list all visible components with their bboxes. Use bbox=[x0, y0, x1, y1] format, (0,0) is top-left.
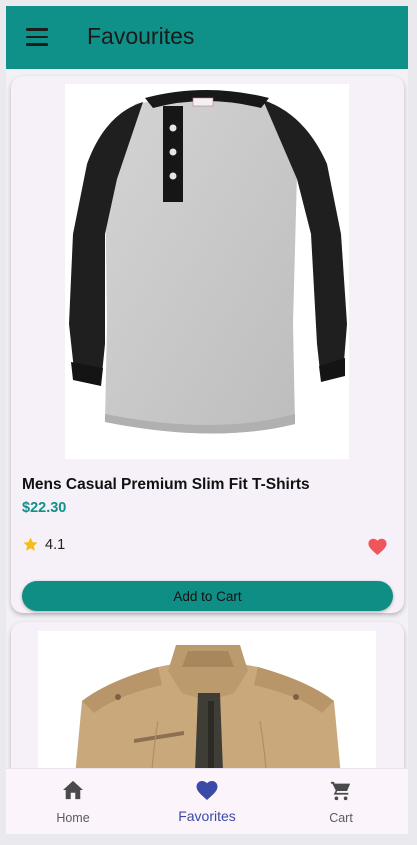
add-to-cart-label: Add to Cart bbox=[173, 588, 242, 604]
hamburger-menu-icon[interactable] bbox=[26, 28, 48, 46]
nav-label-favorites: Favorites bbox=[178, 808, 236, 824]
nav-item-favorites[interactable]: Favorites bbox=[140, 769, 274, 834]
app-bar: Favourites bbox=[6, 6, 408, 69]
bottom-navigation: Home Favorites Cart bbox=[6, 768, 408, 834]
product-card[interactable]: Mens Casual Premium Slim Fit T-Shirts $2… bbox=[11, 76, 404, 613]
shopping-cart-icon bbox=[330, 781, 351, 801]
nav-item-cart[interactable]: Cart bbox=[274, 769, 408, 834]
nav-label-home: Home bbox=[56, 811, 90, 825]
heart-icon bbox=[196, 781, 218, 800]
home-icon bbox=[63, 780, 83, 800]
raglan-henley-shirt-image bbox=[69, 90, 347, 434]
nav-label-cart: Cart bbox=[329, 811, 353, 825]
rating-value: 4.1 bbox=[45, 536, 66, 553]
app-screen: Favourites Mens Casual Premium Slim Fit … bbox=[6, 6, 408, 834]
product-image[interactable] bbox=[65, 84, 349, 459]
add-to-cart-button[interactable]: Add to Cart bbox=[22, 581, 393, 611]
product-name: Mens Casual Premium Slim Fit T-Shirts bbox=[22, 476, 310, 493]
page-title: Favourites bbox=[87, 23, 195, 49]
star-icon bbox=[23, 537, 38, 551]
product-rating: 4.1 bbox=[22, 536, 65, 553]
favorite-heart-icon[interactable] bbox=[367, 537, 388, 556]
product-price: $22.30 bbox=[22, 500, 67, 516]
nav-item-home[interactable]: Home bbox=[6, 769, 140, 834]
